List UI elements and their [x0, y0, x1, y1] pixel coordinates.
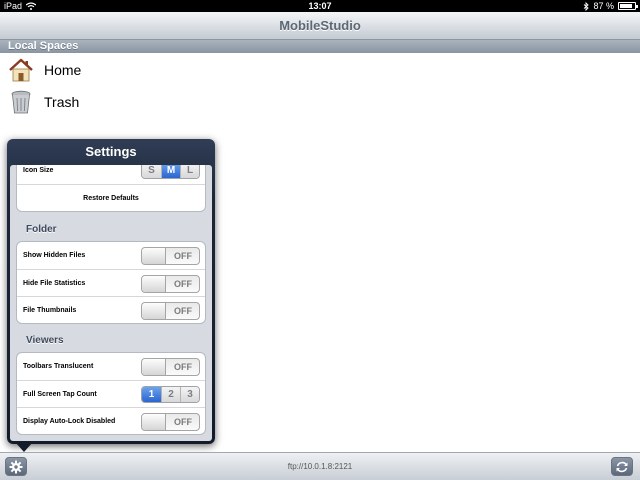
toggle-knob — [142, 303, 166, 319]
hide-file-statistics-toggle[interactable]: OFF — [141, 275, 200, 293]
home-label: Home — [44, 62, 82, 78]
bottom-toolbar: ftp://10.0.1.8:2121 — [0, 452, 640, 480]
toggle-knob — [142, 276, 166, 292]
trash-label: Trash — [44, 94, 80, 110]
file-thumbnails-row: File Thumbnails OFF — [17, 296, 205, 323]
refresh-button[interactable] — [611, 457, 633, 476]
status-bar: iPad 13:07 87 % — [0, 0, 640, 12]
toggle-value: OFF — [174, 417, 192, 427]
restore-defaults-button[interactable]: Restore Defaults — [17, 184, 205, 211]
show-hidden-files-label: Show Hidden Files — [23, 252, 86, 259]
toggle-knob — [142, 414, 166, 430]
toggle-value: OFF — [174, 251, 192, 261]
file-thumbnails-toggle[interactable]: OFF — [141, 302, 200, 320]
navigation-bar: MobileStudio — [0, 12, 640, 40]
toolbars-translucent-row: Toolbars Translucent OFF — [17, 353, 205, 380]
toolbars-translucent-label: Toolbars Translucent — [23, 363, 94, 370]
refresh-icon — [616, 461, 628, 472]
popover-arrow — [15, 442, 33, 452]
show-hidden-files-toggle[interactable]: OFF — [141, 247, 200, 265]
battery-icon — [618, 2, 638, 10]
viewers-settings-group: Toolbars Translucent OFF Full Screen Tap… — [16, 352, 206, 435]
display-auto-lock-toggle[interactable]: OFF — [141, 413, 200, 431]
status-right-group: 87 % — [583, 0, 638, 12]
house-icon — [9, 58, 33, 82]
file-thumbnails-label: File Thumbnails — [23, 307, 77, 314]
folder-section-title: Folder — [26, 224, 57, 235]
icon-size-medium[interactable]: M — [161, 165, 180, 178]
bluetooth-icon — [584, 1, 590, 11]
tap-count-2[interactable]: 2 — [161, 387, 180, 402]
folder-settings-group: Show Hidden Files OFF Hide File Statisti… — [16, 241, 206, 324]
toggle-value: OFF — [174, 362, 192, 372]
icon-size-segmented-control[interactable]: S M L — [141, 165, 200, 179]
ipad-screen: iPad 13:07 87 % MobileStudio Local Space… — [0, 0, 640, 480]
tap-count-1[interactable]: 1 — [142, 387, 161, 402]
hide-file-statistics-label: Hide File Statistics — [23, 280, 86, 287]
icon-size-large[interactable]: L — [180, 165, 199, 178]
display-auto-lock-row: Display Auto-Lock Disabled OFF — [17, 407, 205, 434]
settings-popover: Settings Icon Size S M L Restore Default… — [7, 139, 215, 452]
server-url: ftp://10.0.1.8:2121 — [287, 462, 353, 471]
battery-percent: 87 % — [593, 1, 614, 11]
viewers-section-title: Viewers — [26, 335, 64, 346]
toggle-knob — [142, 248, 166, 264]
full-screen-tap-count-row: Full Screen Tap Count 1 2 3 — [17, 380, 205, 407]
battery-level — [620, 4, 632, 8]
show-hidden-files-row: Show Hidden Files OFF — [17, 242, 205, 269]
settings-content[interactable]: Icon Size S M L Restore Defaults Folder … — [10, 165, 212, 441]
settings-title: Settings — [85, 144, 137, 159]
tap-count-segmented-control[interactable]: 1 2 3 — [141, 386, 200, 403]
icon-size-row: Icon Size S M L — [17, 165, 205, 184]
local-spaces-header: Local Spaces — [0, 40, 640, 53]
general-settings-group: Icon Size S M L Restore Defaults — [16, 165, 206, 212]
icon-size-label: Icon Size — [23, 167, 54, 174]
restore-defaults-label: Restore Defaults — [83, 195, 139, 202]
local-space-home[interactable]: Home — [8, 55, 81, 85]
local-space-trash[interactable]: Trash — [8, 87, 79, 117]
trash-can-icon — [11, 90, 31, 114]
toggle-value: OFF — [174, 279, 192, 289]
toolbars-translucent-toggle[interactable]: OFF — [141, 358, 200, 376]
tap-count-3[interactable]: 3 — [180, 387, 199, 402]
clock: 13:07 — [308, 1, 332, 11]
hide-file-statistics-row: Hide File Statistics OFF — [17, 269, 205, 296]
app-title: MobileStudio — [279, 18, 361, 33]
full-screen-tap-count-label: Full Screen Tap Count — [23, 391, 97, 398]
toggle-knob — [142, 359, 166, 375]
toggle-value: OFF — [174, 306, 192, 316]
icon-size-small[interactable]: S — [142, 165, 161, 178]
display-auto-lock-label: Display Auto-Lock Disabled — [23, 418, 116, 425]
